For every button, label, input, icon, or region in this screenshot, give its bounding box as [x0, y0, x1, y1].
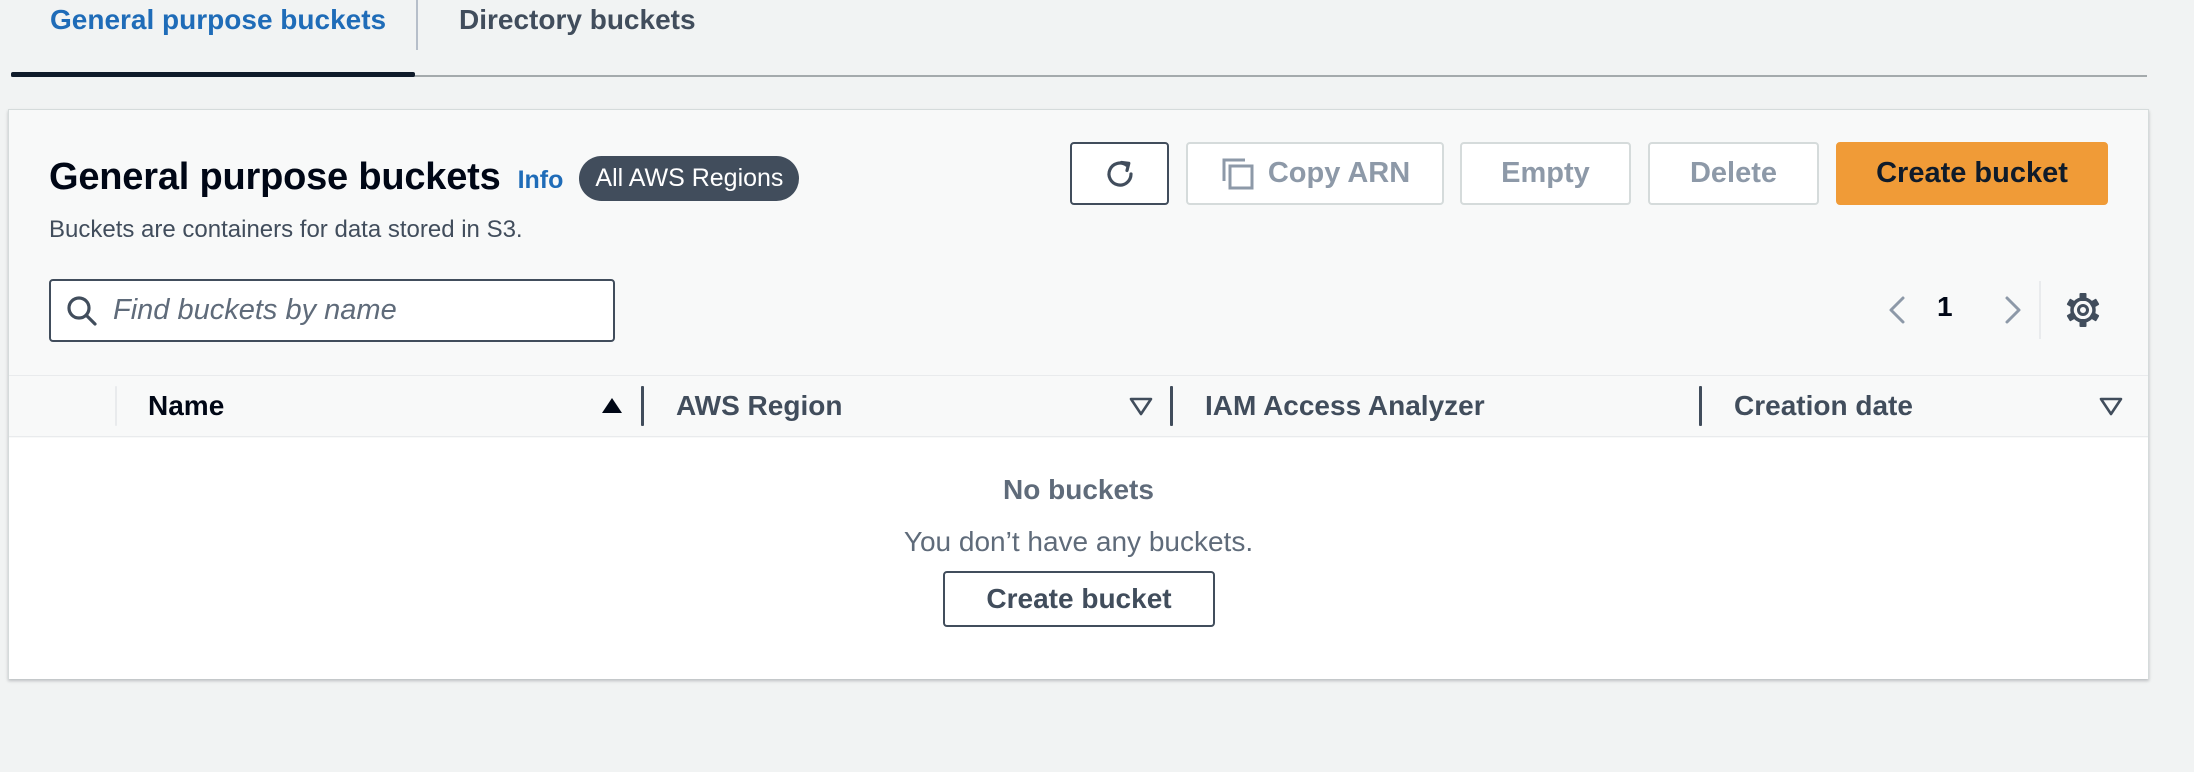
column-resizer[interactable]: [1170, 386, 1173, 426]
sort-ascending-icon[interactable]: [599, 393, 625, 419]
empty-state-description: You don’t have any buckets.: [903, 526, 1254, 557]
tab-general-purpose-buckets[interactable]: General purpose buckets: [11, 0, 415, 77]
header-title-row: General purpose buckets Info All AWS Reg…: [49, 154, 800, 201]
refresh-button[interactable]: [1070, 142, 1169, 205]
delete-button[interactable]: Delete: [1648, 142, 1819, 205]
copy-arn-label: Copy ARN: [1267, 157, 1411, 189]
empty-state-create-bucket-button[interactable]: Create bucket: [943, 571, 1215, 627]
pagination-divider: [2039, 281, 2041, 339]
gear-icon[interactable]: [2064, 291, 2102, 329]
empty-state-title: No buckets: [1003, 474, 1154, 505]
page-description: Buckets are containers for data stored i…: [49, 216, 523, 243]
empty-button[interactable]: Empty: [1460, 142, 1631, 205]
sort-descending-icon[interactable]: [2098, 393, 2124, 419]
search-icon: [67, 295, 97, 326]
column-header-creation-date[interactable]: Creation date: [1734, 376, 1913, 436]
tab-directory-buckets[interactable]: Directory buckets: [459, 0, 696, 75]
current-page-number[interactable]: 1: [1937, 291, 1953, 323]
sort-descending-icon[interactable]: [1128, 393, 1154, 419]
bucket-type-tabs: General purpose buckets Directory bucket…: [11, 0, 2147, 77]
column-header-aws-region[interactable]: AWS Region: [676, 376, 842, 436]
chevron-left-icon[interactable]: [1880, 292, 1916, 328]
region-badge: All AWS Regions: [579, 156, 800, 201]
page-title: General purpose buckets: [49, 156, 501, 198]
search-box: [49, 279, 615, 342]
search-input[interactable]: [113, 294, 593, 327]
column-header-name[interactable]: Name: [148, 376, 224, 436]
column-header-iam-access-analyzer: IAM Access Analyzer: [1205, 390, 1485, 421]
column-resizer[interactable]: [641, 386, 644, 426]
tab-divider: [416, 0, 418, 50]
info-link[interactable]: Info: [518, 166, 564, 195]
buckets-panel: General purpose buckets Info All AWS Reg…: [8, 109, 2149, 679]
table-header: Name AWS Region IAM Access Analyzer Crea…: [9, 375, 2148, 437]
copy-icon: [1222, 158, 1254, 189]
column-separator: [115, 386, 117, 426]
table-body: No buckets You don’t have any buckets. C…: [9, 438, 2148, 679]
refresh-icon: [1106, 160, 1133, 187]
create-bucket-button[interactable]: Create bucket: [1836, 142, 2108, 205]
chevron-right-icon[interactable]: [1994, 292, 2030, 328]
copy-arn-button[interactable]: Copy ARN: [1186, 142, 1444, 205]
column-resizer[interactable]: [1699, 386, 1702, 426]
